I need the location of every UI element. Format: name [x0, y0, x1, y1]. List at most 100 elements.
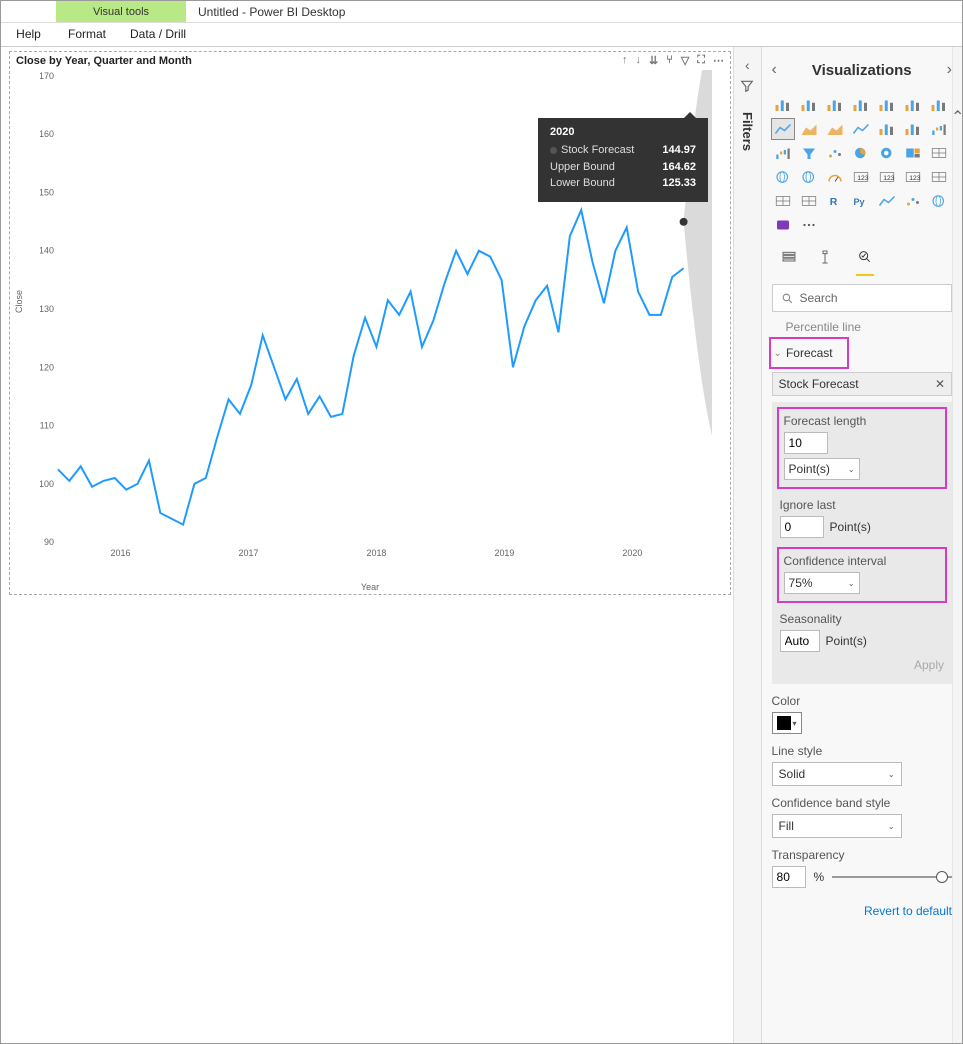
- forecast-section-label: Forecast: [786, 346, 833, 360]
- band-style-select[interactable]: Fill⌄: [772, 814, 902, 838]
- forecast-length-label: Forecast length: [784, 414, 940, 428]
- ribbon-tab-data-drill[interactable]: Data / Drill: [118, 23, 198, 46]
- ignore-last-input[interactable]: [780, 516, 824, 538]
- svg-text:123: 123: [857, 175, 869, 182]
- transparency-input[interactable]: [772, 866, 806, 888]
- drill-all-icon[interactable]: ⇊: [649, 54, 658, 67]
- forecast-length-input[interactable]: [784, 432, 828, 454]
- gallery-line-clustered-column-icon[interactable]: [876, 119, 898, 139]
- format-tabs: [762, 243, 962, 278]
- svg-text:160: 160: [40, 129, 54, 139]
- chevron-down-icon: ⌄: [774, 348, 782, 359]
- ribbon-tab-help[interactable]: Help: [1, 23, 56, 46]
- gallery-stacked-column-icon[interactable]: [824, 95, 846, 115]
- tooltip-row-label: Stock Forecast: [561, 144, 634, 156]
- prev-section-percentile[interactable]: Percentile line: [772, 318, 952, 340]
- gallery-card-icon[interactable]: 123: [850, 167, 872, 187]
- gallery-more-visuals-icon[interactable]: [798, 215, 820, 235]
- gallery-map-icon[interactable]: [772, 167, 794, 187]
- seasonality-units: Point(s): [826, 634, 867, 648]
- gallery-clustered-column-icon[interactable]: [850, 95, 872, 115]
- gallery-waterfall2-icon[interactable]: [772, 143, 794, 163]
- gallery-waterfall-icon[interactable]: [928, 119, 950, 139]
- focus-mode-icon[interactable]: ⛶: [697, 54, 705, 67]
- search-input[interactable]: Search: [772, 284, 952, 312]
- gallery-treemap-icon[interactable]: [902, 143, 924, 163]
- svg-text:2020: 2020: [622, 548, 642, 558]
- gallery-py-visual-icon[interactable]: Py: [850, 191, 872, 211]
- forecast-instance-label: Stock Forecast: [779, 377, 859, 391]
- window-title: Untitled - Power BI Desktop: [186, 1, 962, 22]
- gallery-funnel-icon[interactable]: [798, 143, 820, 163]
- forecast-instance-chip[interactable]: Stock Forecast ✕: [772, 372, 952, 396]
- gallery-stacked-column-100-icon[interactable]: [902, 95, 924, 115]
- gallery-kpi-icon[interactable]: 123: [902, 167, 924, 187]
- band-style-label: Confidence band style: [772, 796, 952, 810]
- report-canvas[interactable]: Close by Year, Quarter and Month ↑ ↓ ⇊ ⑂…: [1, 47, 733, 1043]
- seasonality-input[interactable]: [780, 630, 820, 652]
- ignore-last-label: Ignore last: [780, 498, 944, 512]
- confidence-interval-select[interactable]: 75%⌄: [784, 572, 860, 594]
- revert-to-default-link[interactable]: Revert to default: [772, 904, 952, 918]
- svg-text:170: 170: [40, 71, 54, 81]
- gallery-donut-icon[interactable]: [876, 143, 898, 163]
- gallery-area-icon[interactable]: [798, 119, 820, 139]
- filters-pane-collapsed[interactable]: ‹ Filters: [733, 47, 761, 1043]
- svg-text:2017: 2017: [239, 548, 259, 558]
- gallery-matrix-icon[interactable]: [928, 143, 950, 163]
- gallery-clustered-bar-icon[interactable]: [798, 95, 820, 115]
- forecast-length-units-select[interactable]: Point(s)⌄: [784, 458, 860, 480]
- fields-pane-collapsed[interactable]: ⌃: [952, 47, 962, 1043]
- collapse-vis-pane-icon[interactable]: ‹: [772, 61, 777, 79]
- gallery-gauge-icon[interactable]: [824, 167, 846, 187]
- gallery-scatter-icon[interactable]: [824, 143, 846, 163]
- confidence-interval-label: Confidence interval: [784, 554, 940, 568]
- gallery-powerapps-icon[interactable]: [772, 215, 794, 235]
- transparency-slider[interactable]: [832, 876, 952, 878]
- gallery-table-icon[interactable]: [772, 191, 794, 211]
- gallery-stacked-area-icon[interactable]: [824, 119, 846, 139]
- gallery-matrix2-icon[interactable]: [798, 191, 820, 211]
- drill-up-icon[interactable]: ↑: [622, 54, 628, 67]
- more-options-icon[interactable]: ⋯: [713, 54, 724, 67]
- chevron-up-icon[interactable]: ⌃: [951, 107, 963, 127]
- gallery-filled-map-icon[interactable]: [798, 167, 820, 187]
- gallery-slicer-icon[interactable]: [928, 167, 950, 187]
- chart-title: Close by Year, Quarter and Month: [16, 55, 192, 67]
- search-icon: [781, 292, 794, 305]
- chart-tooltip: 2020 Stock Forecast144.97 Upper Bound164…: [538, 118, 708, 202]
- line-chart-visual[interactable]: Close by Year, Quarter and Month ↑ ↓ ⇊ ⑂…: [9, 51, 731, 595]
- filter-icon[interactable]: ▽: [681, 54, 689, 67]
- gallery-key-influencers-icon[interactable]: [876, 191, 898, 211]
- contextual-tab-visual-tools[interactable]: Visual tools: [56, 1, 186, 22]
- forecast-section-header[interactable]: ⌄ Forecast: [772, 340, 846, 366]
- format-tab[interactable]: [818, 249, 836, 276]
- tooltip-title: 2020: [550, 126, 696, 138]
- expand-filters-icon[interactable]: ‹: [745, 57, 750, 73]
- gallery-r-visual-icon[interactable]: R: [824, 191, 846, 211]
- gallery-line-stacked-icon[interactable]: [850, 119, 872, 139]
- fields-tab[interactable]: [780, 249, 798, 276]
- gallery-stacked-bar-icon[interactable]: [772, 95, 794, 115]
- analytics-tab[interactable]: [856, 249, 874, 276]
- gallery-stacked-bar-100-icon[interactable]: [876, 95, 898, 115]
- drill-down-icon[interactable]: ↓: [636, 54, 642, 67]
- gallery-line-icon[interactable]: [772, 119, 794, 139]
- apply-button[interactable]: Apply: [780, 652, 944, 672]
- tooltip-row-label: Upper Bound: [550, 159, 615, 176]
- gallery-decomposition-icon[interactable]: [902, 191, 924, 211]
- tooltip-row-label: Lower Bound: [550, 175, 615, 192]
- remove-forecast-icon[interactable]: ✕: [935, 377, 945, 391]
- line-style-select[interactable]: Solid⌄: [772, 762, 902, 786]
- ribbon-tab-format[interactable]: Format: [56, 23, 118, 46]
- color-picker[interactable]: ▾: [772, 712, 802, 734]
- funnel-icon: [740, 79, 754, 98]
- transparency-label: Transparency: [772, 848, 952, 862]
- gallery-pie-icon[interactable]: [850, 143, 872, 163]
- gallery-arcgis-icon[interactable]: [928, 191, 950, 211]
- gallery-ribbon-icon[interactable]: [928, 95, 950, 115]
- ribbon: Visual tools Untitled - Power BI Desktop: [1, 1, 962, 23]
- gallery-line-stacked-column-icon[interactable]: [902, 119, 924, 139]
- gallery-multi-card-icon[interactable]: 123: [876, 167, 898, 187]
- expand-icon[interactable]: ⑂: [666, 54, 673, 67]
